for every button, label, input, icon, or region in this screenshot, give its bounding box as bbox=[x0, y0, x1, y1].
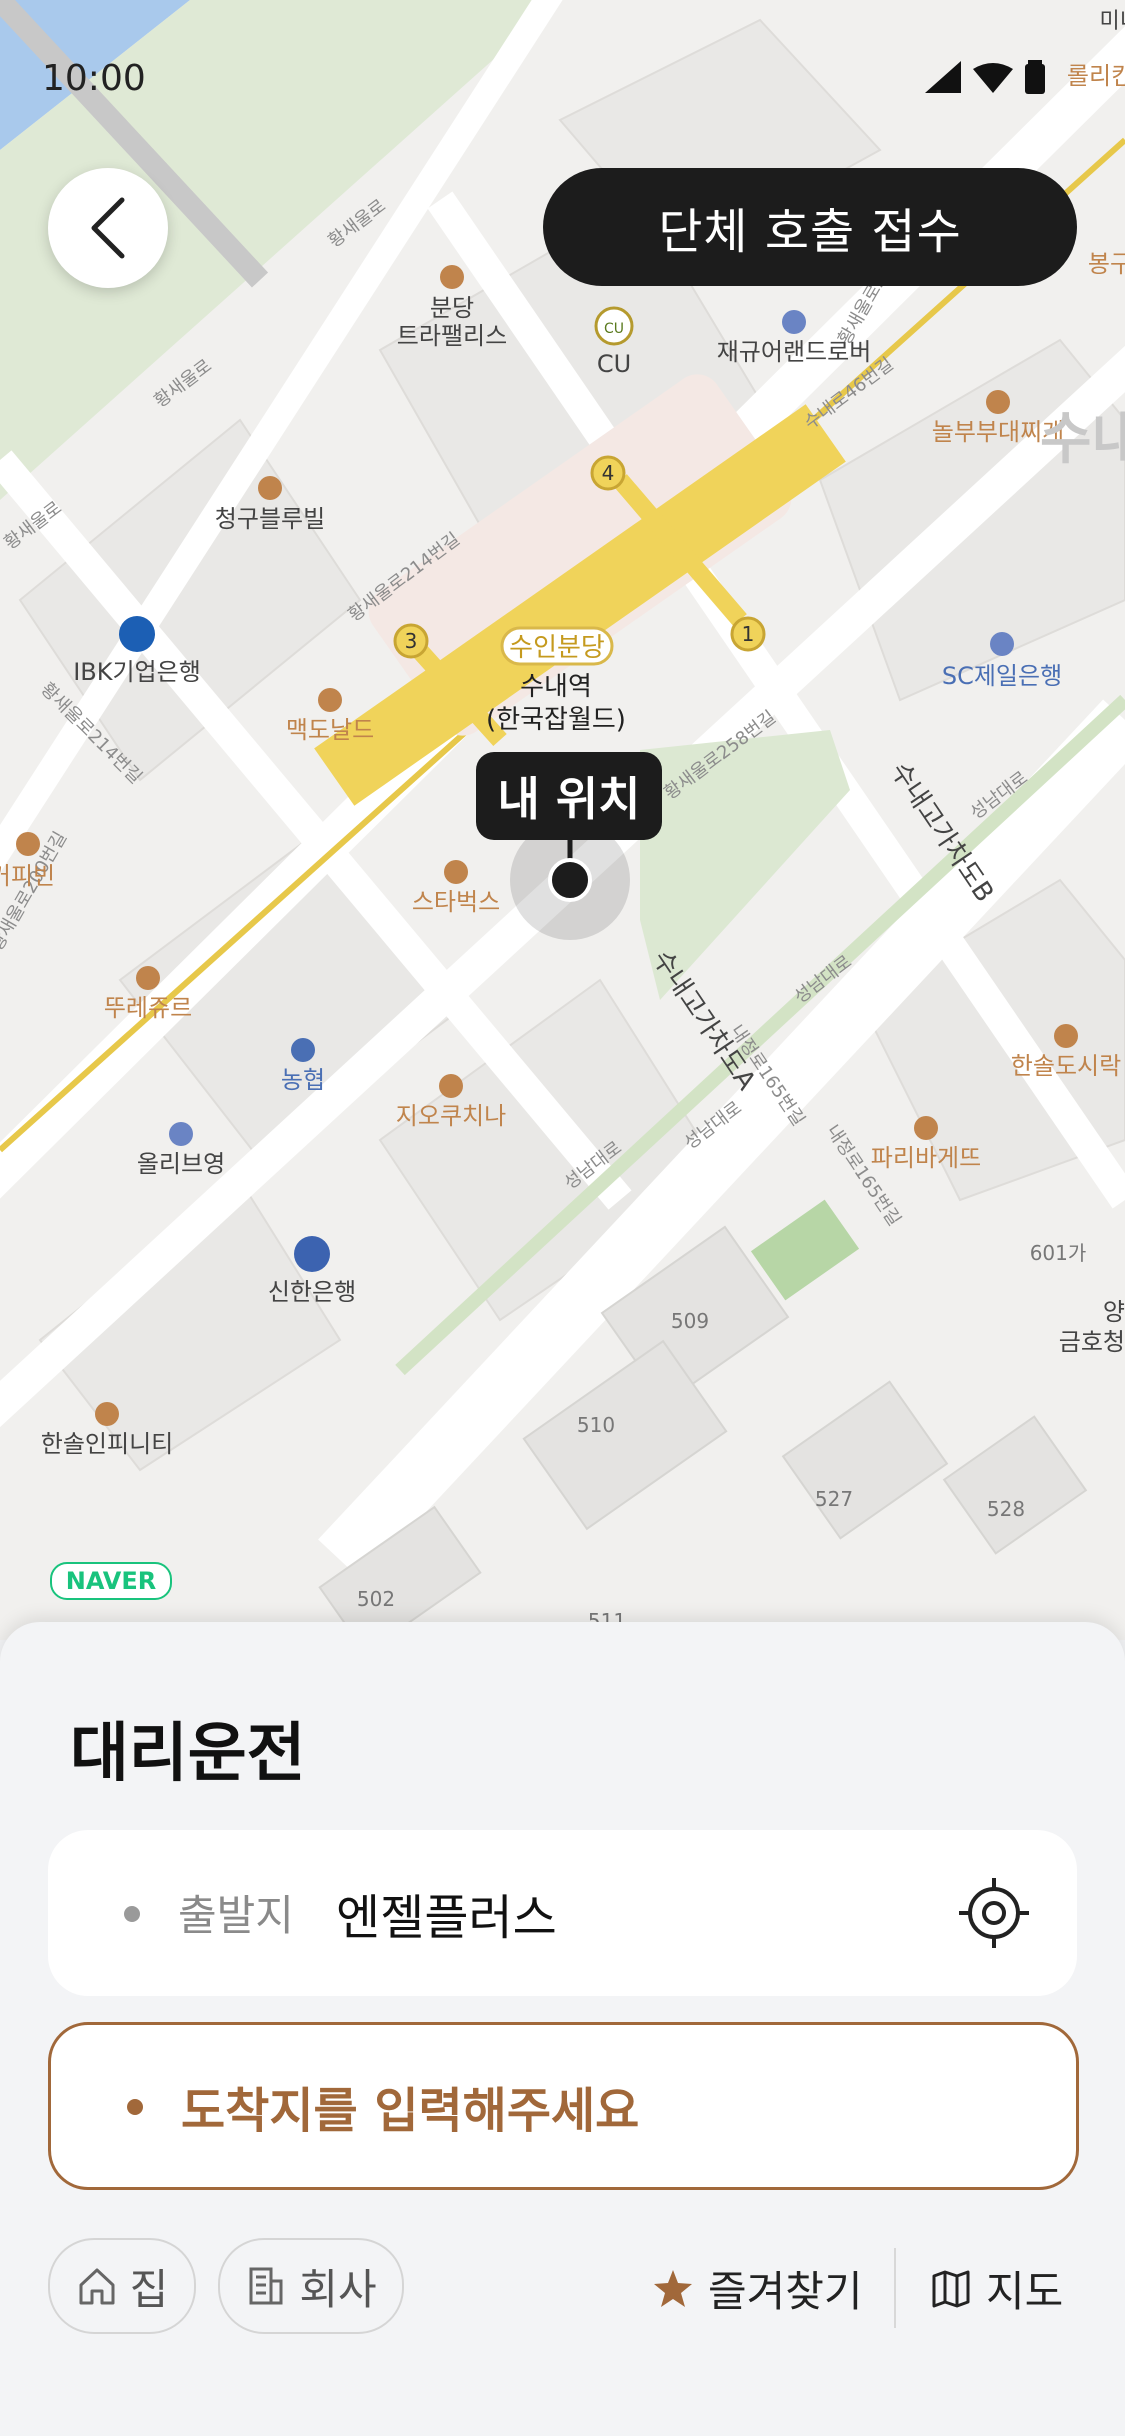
group-call-button[interactable]: 단체 호출 접수 bbox=[543, 168, 1077, 286]
home-chip-label: 집 bbox=[129, 2264, 169, 2314]
favorites-button[interactable]: 즐겨찾기 bbox=[652, 2258, 863, 2319]
back-button[interactable] bbox=[48, 168, 168, 288]
svg-text:한솔인피니티: 한솔인피니티 bbox=[41, 1430, 173, 1458]
svg-text:롤리킨: 롤리킨 bbox=[1067, 62, 1125, 90]
svg-text:CU: CU bbox=[604, 321, 624, 337]
svg-text:금호청: 금호청 bbox=[1059, 1328, 1125, 1356]
svg-text:한솔도시락: 한솔도시락 bbox=[1011, 1052, 1121, 1080]
signal-icon bbox=[925, 61, 961, 93]
chevron-left-icon bbox=[91, 197, 125, 259]
svg-text:IBK기업은행: IBK기업은행 bbox=[73, 658, 201, 686]
naver-logo: NAVER bbox=[50, 1562, 172, 1600]
station-exit-1: 1 bbox=[730, 616, 766, 652]
svg-text:올리브영: 올리브영 bbox=[137, 1150, 225, 1178]
svg-text:미니: 미니 bbox=[1100, 9, 1125, 34]
destination-placeholder: 도착지를 입력해주세요 bbox=[181, 2083, 640, 2139]
svg-text:농협: 농협 bbox=[281, 1066, 325, 1094]
svg-text:502: 502 bbox=[357, 1587, 395, 1611]
svg-text:지오쿠치나: 지오쿠치나 bbox=[396, 1102, 506, 1130]
svg-text:1: 1 bbox=[742, 622, 755, 646]
svg-text:509: 509 bbox=[671, 1309, 709, 1333]
wifi-icon bbox=[973, 63, 1013, 93]
origin-dot-icon bbox=[124, 1906, 140, 1922]
current-location-icon[interactable] bbox=[957, 1876, 1031, 1950]
svg-text:신한은행: 신한은행 bbox=[268, 1278, 356, 1306]
origin-value: 엔젤플러스 bbox=[336, 1890, 557, 1946]
map-icon bbox=[932, 2270, 970, 2307]
svg-text:4: 4 bbox=[602, 461, 615, 485]
svg-text:528: 528 bbox=[987, 1497, 1025, 1521]
destination-field[interactable]: 도착지를 입력해주세요 bbox=[48, 2022, 1079, 2190]
my-location-label: 내 위치 bbox=[497, 772, 641, 826]
work-chip[interactable]: 회사 bbox=[218, 2238, 404, 2334]
svg-text:(한국잡월드): (한국잡월드) bbox=[486, 705, 626, 735]
battery-icon bbox=[1025, 60, 1045, 94]
svg-text:분당: 분당 bbox=[430, 294, 474, 322]
favorites-label: 즐겨찾기 bbox=[708, 2267, 863, 2316]
origin-field[interactable]: 출발지 엔젤플러스 bbox=[48, 1830, 1077, 1996]
svg-text:양: 양 bbox=[1103, 1298, 1125, 1326]
star-icon bbox=[654, 2269, 692, 2307]
svg-text:트라팰리스: 트라팰리스 bbox=[397, 322, 507, 350]
svg-text:수내1: 수내1 bbox=[1040, 407, 1125, 472]
svg-text:봉구: 봉구 bbox=[1088, 250, 1125, 278]
svg-text:맥도날드: 맥도날드 bbox=[286, 716, 374, 744]
destination-dot-icon bbox=[127, 2099, 143, 2115]
map-button[interactable]: 지도 bbox=[930, 2258, 1063, 2319]
station-exit-4: 4 bbox=[590, 455, 626, 491]
svg-text:커피빈: 커피빈 bbox=[0, 862, 55, 890]
svg-text:601가: 601가 bbox=[1030, 1241, 1087, 1265]
status-icons bbox=[925, 60, 1045, 94]
svg-text:510: 510 bbox=[577, 1413, 615, 1437]
svg-text:SC제일은행: SC제일은행 bbox=[942, 662, 1062, 690]
building-icon bbox=[249, 2267, 283, 2305]
origin-label: 출발지 bbox=[178, 1891, 294, 1940]
svg-text:스타벅스: 스타벅스 bbox=[412, 888, 500, 916]
my-location-pill: 내 위치 bbox=[476, 752, 662, 840]
svg-text:3: 3 bbox=[405, 629, 418, 653]
sheet-title: 대리운전 bbox=[70, 1717, 306, 1791]
svg-text:청구블루빌: 청구블루빌 bbox=[215, 505, 325, 533]
home-icon bbox=[79, 2268, 115, 2305]
line-badge-label: 수인분당 bbox=[509, 633, 605, 663]
home-chip[interactable]: 집 bbox=[48, 2238, 196, 2334]
divider bbox=[894, 2248, 896, 2328]
svg-text:CU: CU bbox=[597, 350, 631, 378]
group-call-label: 단체 호출 접수 bbox=[658, 204, 962, 260]
svg-text:재규어랜드로버: 재규어랜드로버 bbox=[717, 338, 872, 366]
work-chip-label: 회사 bbox=[299, 2264, 377, 2314]
status-time: 10:00 bbox=[42, 58, 146, 99]
svg-text:파리바게뜨: 파리바게뜨 bbox=[871, 1144, 981, 1172]
map-label: 지도 bbox=[986, 2267, 1064, 2316]
naver-logo-text: NAVER bbox=[65, 1567, 157, 1595]
svg-text:527: 527 bbox=[815, 1487, 853, 1511]
svg-text:수내역: 수내역 bbox=[520, 672, 592, 702]
svg-text:뚜레쥬르: 뚜레쥬르 bbox=[104, 994, 192, 1022]
station-exit-3: 3 bbox=[393, 623, 429, 659]
bottom-sheet: 대리운전 출발지 엔젤플러스 도착지를 입력해주세요 집 회사 즐겨찾기 지도 bbox=[0, 1622, 1125, 2436]
